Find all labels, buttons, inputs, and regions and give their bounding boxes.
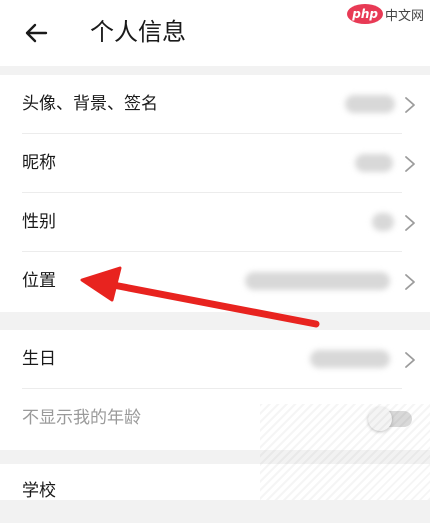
blurred-value bbox=[355, 154, 393, 172]
blurred-value bbox=[345, 95, 395, 113]
row-birthday[interactable]: 生日 bbox=[0, 330, 430, 389]
hide-age-toggle[interactable] bbox=[368, 407, 412, 431]
site-watermark: php 中文网 bbox=[347, 4, 424, 24]
row-location[interactable]: 位置 bbox=[0, 252, 430, 311]
row-label: 不显示我的年龄 bbox=[22, 408, 141, 428]
watermark-text: 中文网 bbox=[384, 8, 424, 24]
row-label: 头像、背景、签名 bbox=[22, 94, 158, 114]
watermark-logo: php bbox=[347, 4, 383, 24]
row-hide-age: 不显示我的年龄 bbox=[0, 389, 430, 448]
education-settings-group: 学校 bbox=[0, 464, 430, 501]
back-button[interactable] bbox=[14, 16, 58, 50]
chevron-right-icon bbox=[405, 274, 415, 290]
blurred-value bbox=[245, 272, 390, 290]
chevron-right-icon bbox=[405, 156, 415, 172]
arrow-left-icon bbox=[25, 23, 48, 43]
chevron-right-icon bbox=[405, 97, 415, 113]
blurred-value bbox=[372, 213, 394, 231]
row-school[interactable]: 学校 bbox=[0, 464, 430, 523]
chevron-right-icon bbox=[405, 215, 415, 231]
chevron-right-icon bbox=[405, 352, 415, 368]
row-label: 性别 bbox=[22, 212, 56, 232]
page-title: 个人信息 bbox=[90, 18, 186, 46]
birthday-settings-group: 生日 不显示我的年龄 bbox=[0, 330, 430, 450]
row-avatar-background-signature[interactable]: 头像、背景、签名 bbox=[0, 75, 430, 134]
row-nickname[interactable]: 昵称 bbox=[0, 134, 430, 193]
row-label: 学校 bbox=[22, 481, 56, 501]
row-label: 昵称 bbox=[22, 153, 56, 173]
row-label: 生日 bbox=[22, 349, 56, 369]
row-gender[interactable]: 性别 bbox=[0, 193, 430, 252]
profile-settings-group: 头像、背景、签名 昵称 性别 位置 bbox=[0, 75, 430, 312]
app-header: 个人信息 php 中文网 bbox=[0, 0, 430, 66]
toggle-knob bbox=[368, 407, 392, 431]
blurred-value bbox=[310, 350, 390, 368]
row-label: 位置 bbox=[22, 271, 56, 291]
